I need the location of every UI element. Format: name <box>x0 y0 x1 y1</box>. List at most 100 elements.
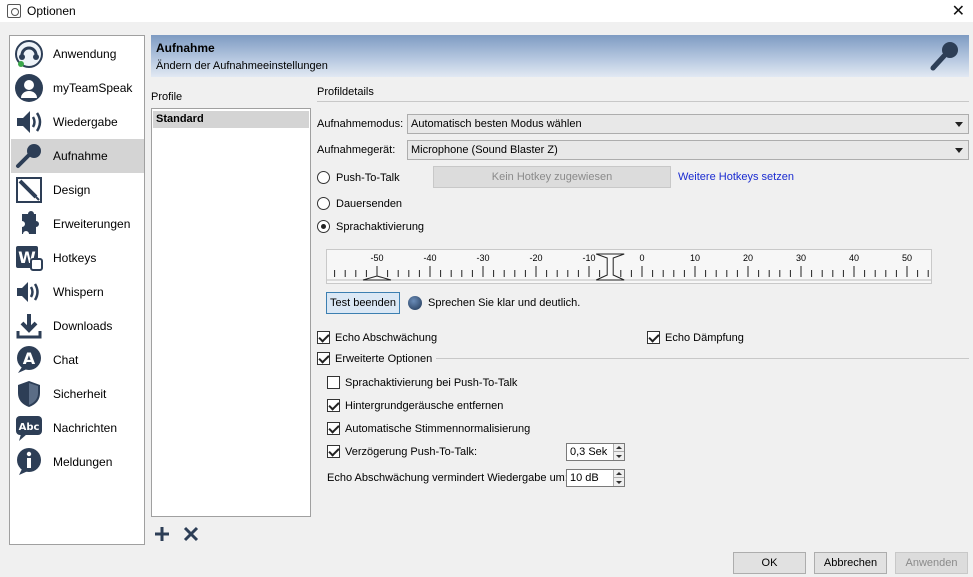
echo-damping-checkbox[interactable]: Echo Dämpfung <box>647 331 744 344</box>
checkbox-indicator[interactable] <box>647 331 660 344</box>
nav-label: Design <box>53 183 91 197</box>
continuous-label: Dauersenden <box>336 197 403 210</box>
user-icon <box>14 73 44 103</box>
ptt-delay-checkbox[interactable]: Verzögerung Push-To-Talk: <box>327 445 477 458</box>
continuous-radio[interactable]: Dauersenden <box>317 197 402 210</box>
stepper-up-button[interactable] <box>613 444 624 452</box>
whisper-icon <box>14 277 44 307</box>
checkbox-indicator[interactable] <box>327 399 340 412</box>
add-profile-button[interactable] <box>152 524 172 544</box>
nav-label: Aufnahme <box>53 149 108 163</box>
nav-item-downloads[interactable]: Downloads <box>11 309 144 343</box>
voice-activation-radio[interactable]: Sprachaktivierung <box>317 220 424 233</box>
recording-mode-value: Automatisch besten Modus wählen <box>411 118 582 130</box>
window-title: Optionen <box>27 4 76 18</box>
nav-item-whispern[interactable]: Whispern <box>11 275 144 309</box>
ptt-delay-value: 0,3 Sek <box>570 446 608 458</box>
nav-item-chat[interactable]: A Chat <box>11 343 144 377</box>
chevron-up-icon <box>616 472 622 475</box>
checkbox-indicator[interactable] <box>327 445 340 458</box>
nav-item-hotkeys[interactable]: W Hotkeys <box>11 241 144 275</box>
radio-indicator[interactable] <box>317 171 330 184</box>
list-item[interactable]: Standard <box>153 111 309 128</box>
echo-reduction-checkbox[interactable]: Echo Abschwächung <box>317 331 437 344</box>
remove-noise-checkbox[interactable]: Hintergrundgeräusche entfernen <box>327 399 503 412</box>
page-subtitle: Ändern der Aufnahmeeinstellungen <box>156 60 328 72</box>
hotkey-button[interactable]: Kein Hotkey zugewiesen <box>433 166 671 188</box>
nav-label: Anwendung <box>53 47 117 61</box>
nav-label: myTeamSpeak <box>53 81 133 95</box>
stepper-down-button[interactable] <box>613 452 624 460</box>
remove-profile-button[interactable] <box>181 524 201 544</box>
checkbox-indicator[interactable] <box>317 352 330 365</box>
checkbox-indicator[interactable] <box>327 376 340 389</box>
keyboard-w-icon: W <box>14 243 44 273</box>
apply-button[interactable]: Anwenden <box>895 552 968 574</box>
remove-noise-label: Hintergrundgeräusche entfernen <box>345 399 504 412</box>
ptt-radio[interactable]: Push-To-Talk <box>317 171 400 184</box>
chevron-down-icon <box>616 454 622 458</box>
nav-item-sicherheit[interactable]: Sicherheit <box>11 377 144 411</box>
close-icon[interactable]: ✕ <box>952 1 965 20</box>
teamspeak-icon <box>14 39 44 69</box>
meter-tick-label: -50 <box>370 253 383 263</box>
cancel-button[interactable]: Abbrechen <box>814 552 887 574</box>
meter-tick-label: 40 <box>849 253 859 263</box>
advanced-options-label: Erweiterte Optionen <box>335 352 433 365</box>
echo-damping-label: Echo Dämpfung <box>665 331 744 344</box>
download-icon <box>14 311 44 341</box>
stepper-up-button[interactable] <box>613 470 624 478</box>
nav-item-meldungen[interactable]: Meldungen <box>11 445 144 479</box>
options-nav: Anwendung myTeamSpeak Wiedergabe Aufnahm… <box>9 35 145 545</box>
recording-mode-select[interactable]: Automatisch besten Modus wählen <box>407 114 969 134</box>
auto-normalize-checkbox[interactable]: Automatische Stimmennormalisierung <box>327 422 530 435</box>
checkbox-indicator[interactable] <box>317 331 330 344</box>
recording-device-value: Microphone (Sound Blaster Z) <box>411 144 558 156</box>
test-hint: Sprechen Sie klar und deutlich. <box>428 297 581 309</box>
details-heading: Profildetails <box>317 86 374 98</box>
advanced-options-checkbox[interactable]: Erweiterte Optionen <box>317 352 432 365</box>
echo-playback-stepper[interactable]: 10 dB <box>566 469 625 487</box>
svg-text:A: A <box>23 349 36 368</box>
nav-label: Hotkeys <box>53 251 97 265</box>
ok-button[interactable]: OK <box>733 552 806 574</box>
ptt-delay-stepper[interactable]: 0,3 Sek <box>566 443 625 461</box>
recording-device-select[interactable]: Microphone (Sound Blaster Z) <box>407 140 969 160</box>
meter-tick-label: 50 <box>902 253 912 263</box>
nav-item-wiedergabe[interactable]: Wiedergabe <box>11 105 144 139</box>
echo-playback-value: 10 dB <box>570 472 599 484</box>
meter-tick-label: 20 <box>743 253 753 263</box>
va-ptt-checkbox[interactable]: Sprachaktivierung bei Push-To-Talk <box>327 376 517 389</box>
voice-level-meter[interactable]: -50 -40 -30 -20 -10 0 10 20 30 40 50 <box>324 249 934 284</box>
stepper-down-button[interactable] <box>613 478 624 486</box>
messages-abc-icon: Abc <box>14 413 44 443</box>
nav-label: Downloads <box>53 319 113 333</box>
microphone-icon <box>929 39 961 76</box>
nav-item-anwendung[interactable]: Anwendung <box>11 37 144 71</box>
radio-indicator[interactable] <box>317 197 330 210</box>
nav-item-aufnahme[interactable]: Aufnahme <box>11 139 144 173</box>
status-indicator-icon <box>408 296 422 310</box>
page-title: Aufnahme <box>156 41 215 55</box>
chevron-down-icon <box>955 148 963 153</box>
nav-item-myteamspeak[interactable]: myTeamSpeak <box>11 71 144 105</box>
more-hotkeys-link[interactable]: Weitere Hotkeys setzen <box>678 171 794 183</box>
nav-label: Erweiterungen <box>53 217 131 231</box>
nav-label: Wiedergabe <box>53 115 118 129</box>
meter-tick-label: 30 <box>796 253 806 263</box>
radio-indicator[interactable] <box>317 220 330 233</box>
nav-item-nachrichten[interactable]: Abc Nachrichten <box>11 411 144 445</box>
test-button[interactable]: Test beenden <box>326 292 400 314</box>
level-indicator-icon <box>362 275 392 281</box>
mode-label: Aufnahmemodus: <box>317 118 404 130</box>
meter-scale: -50 -40 -30 -20 -10 0 10 20 30 40 50 <box>324 253 934 281</box>
divider <box>436 358 969 359</box>
shield-icon <box>14 379 44 409</box>
nav-item-erweiterungen[interactable]: Erweiterungen <box>11 207 144 241</box>
threshold-slider-handle[interactable] <box>595 253 625 281</box>
device-label: Aufnahmegerät: <box>317 144 396 156</box>
profile-list: Standard <box>151 108 311 517</box>
nav-item-design[interactable]: Design <box>11 173 144 207</box>
chat-icon: A <box>14 345 44 375</box>
checkbox-indicator[interactable] <box>327 422 340 435</box>
